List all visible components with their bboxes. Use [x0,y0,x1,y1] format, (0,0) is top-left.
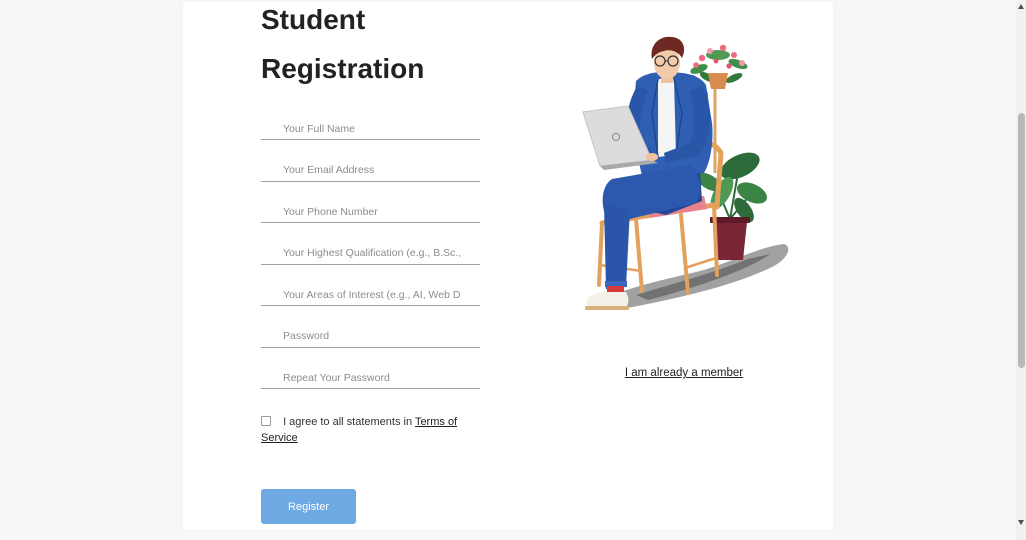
password-input[interactable] [261,325,480,348]
terms-agreement: I agree to all statements in Terms of Se… [261,414,466,446]
agree-text: I agree to all statements in [283,416,413,428]
already-member-link[interactable]: I am already a member [584,366,784,380]
interests-input[interactable] [261,284,480,306]
qualification-input[interactable] [261,242,480,265]
scroll-up-arrow-icon[interactable] [1017,4,1024,9]
full-name-input[interactable] [261,118,480,140]
register-button[interactable]: Register [261,489,356,524]
person-with-laptop-illustration [582,36,789,310]
scrollbar-thumb[interactable] [1018,113,1025,368]
agree-checkbox[interactable] [261,416,271,426]
repeat-password-input[interactable] [261,367,480,389]
person [585,36,713,310]
vertical-scrollbar[interactable] [1016,0,1026,540]
scroll-down-arrow-icon[interactable] [1017,520,1024,525]
email-input[interactable] [261,159,480,182]
phone-input[interactable] [261,201,480,223]
registration-form [261,118,480,409]
page-title: Student Registration [261,4,425,84]
hand [646,153,658,161]
